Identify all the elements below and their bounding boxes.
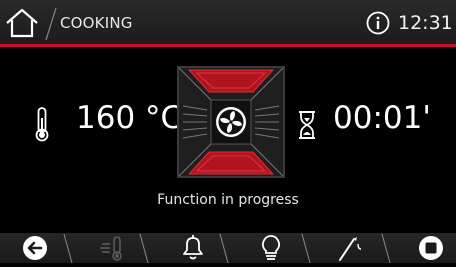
- thermometer-icon: [35, 107, 49, 142]
- preheat-icon: [100, 236, 122, 261]
- header-separator: [45, 7, 57, 41]
- oven-cavity-graphic: [177, 66, 285, 178]
- toolbar-separator: [381, 234, 391, 263]
- stop-button[interactable]: [414, 233, 448, 263]
- bell-icon: [183, 235, 203, 260]
- toolbar-separator: [301, 234, 311, 263]
- toolbar-separator: [63, 234, 73, 263]
- info-button[interactable]: [366, 11, 390, 35]
- timer-value[interactable]: 00:01': [333, 100, 431, 136]
- stop-icon: [419, 236, 443, 260]
- toolbar-separator: [219, 234, 229, 263]
- clock: 12:31: [398, 12, 453, 34]
- back-button[interactable]: [20, 233, 54, 263]
- page-title: COOKING: [60, 14, 133, 32]
- info-icon: [366, 11, 390, 35]
- probe-button[interactable]: [334, 233, 368, 263]
- light-button[interactable]: [254, 233, 288, 263]
- back-icon: [23, 236, 47, 260]
- probe-icon: [339, 237, 362, 261]
- toolbar-separator: [139, 234, 149, 263]
- fan-icon: [216, 107, 246, 137]
- hourglass-icon: [299, 111, 315, 139]
- light-bulb-icon: [261, 235, 281, 260]
- status-text: Function in progress: [157, 192, 299, 208]
- header-accent-line: [0, 44, 456, 47]
- preheat-button[interactable]: [98, 233, 132, 263]
- home-button[interactable]: [4, 6, 40, 40]
- home-icon: [6, 8, 38, 38]
- temperature-value[interactable]: 160 °C: [76, 100, 182, 136]
- alarm-button[interactable]: [176, 233, 210, 263]
